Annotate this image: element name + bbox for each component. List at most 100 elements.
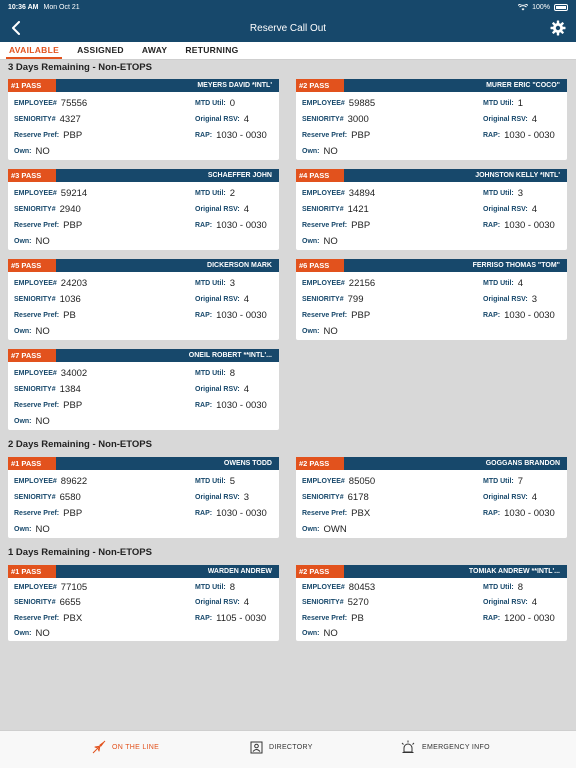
- field-label: RAP:: [483, 509, 501, 517]
- field-label: SENIORITY#: [302, 115, 344, 123]
- field-value: NO: [35, 145, 50, 157]
- field-label: SENIORITY#: [14, 295, 56, 303]
- rap-field: RAP: 1030 - 0030: [483, 308, 555, 322]
- original-rsv-field: Original RSV: 4: [195, 292, 249, 306]
- field-label: Original RSV:: [483, 493, 528, 501]
- field-value: 89622: [60, 475, 88, 487]
- battery-icon: [554, 3, 568, 11]
- field-value: PBX: [63, 612, 83, 624]
- rap-field: RAP: 1105 - 0030: [195, 611, 266, 625]
- tab-available[interactable]: AVAILABLE: [6, 45, 63, 59]
- bottom-tab-emergency-info[interactable]: EMERGENCY INFO: [400, 737, 490, 757]
- field-label: SENIORITY#: [14, 493, 56, 501]
- field-value: 59885: [348, 97, 376, 109]
- field-value: 85050: [348, 475, 376, 487]
- field-value: 6580: [59, 491, 81, 503]
- original-rsv-field: Original RSV: 4: [195, 596, 249, 610]
- field-value: 2: [229, 187, 236, 199]
- original-rsv-field: Original RSV: 4: [195, 112, 249, 126]
- field-label: SENIORITY#: [302, 599, 344, 606]
- field-value: NO: [35, 235, 50, 247]
- reserve-pref-field: Reserve Pref: PBP: [14, 398, 82, 412]
- field-label: MTD Util:: [195, 279, 226, 287]
- reserve-card[interactable]: #2 PASS TOMIAK ANDREW **INTL'... EMPLOYEE#…: [296, 565, 567, 641]
- field-label: EMPLOYEE#: [302, 477, 345, 485]
- back-button[interactable]: [6, 18, 26, 38]
- tab-assigned[interactable]: ASSIGNED: [74, 45, 127, 59]
- field-label: MTD Util:: [195, 99, 226, 107]
- field-value: 5270: [347, 597, 369, 608]
- reserve-list[interactable]: 3 Days Remaining - Non-ETOPS #1 PASS MEYE…: [0, 60, 576, 730]
- rap-field: RAP: 1200 - 0030: [483, 611, 555, 625]
- field-value: 22156: [348, 277, 376, 289]
- mtd-util-field: MTD Util: 1: [483, 96, 523, 110]
- field-value: 4: [243, 203, 250, 215]
- reserve-card[interactable]: #1 PASS MEYERS DAVID *INTL' EMPLOYEE# 75556…: [8, 79, 279, 160]
- field-label: RAP:: [195, 221, 213, 229]
- employee-field: EMPLOYEE# 59214: [14, 186, 87, 200]
- field-value: 1030 - 0030: [504, 309, 555, 321]
- own-field: Own: NO: [302, 144, 338, 158]
- own-field: Own: NO: [14, 144, 50, 158]
- seniority-field: SENIORITY# 1036: [14, 292, 81, 306]
- bottom-tab-bar: ON THE LINE DIRECTORY EMERGENCY INFO: [0, 730, 576, 768]
- field-label: RAP:: [195, 614, 213, 622]
- reserve-card[interactable]: #5 PASS DICKERSON MARK EMPLOYEE# 24203 SENIO…: [8, 259, 279, 340]
- seniority-field: SENIORITY# 6178: [302, 490, 369, 504]
- reserve-card[interactable]: #6 PASS FERRISO THOMAS "TOM" EMPLOYEE# 2215…: [296, 259, 567, 340]
- tab-returning[interactable]: RETURNING: [182, 45, 241, 59]
- alarm-light-icon: [401, 740, 415, 753]
- gear-icon: [550, 20, 566, 36]
- field-value: 1030 - 0030: [216, 219, 267, 231]
- status-time: 10:36 AM: [8, 3, 39, 11]
- reserve-card[interactable]: #1 PASS OWENS TODD EMPLOYEE# 89622 SENIORITY…: [8, 457, 279, 538]
- reserve-card[interactable]: #2 PASS GOGGANS BRANDON EMPLOYEE# 85050 SENI…: [296, 457, 567, 538]
- field-label: MTD Util:: [483, 189, 514, 197]
- reserve-card[interactable]: #4 PASS JOHNSTON KELLY *INTL' EMPLOYEE# 348…: [296, 169, 567, 250]
- reserve-card[interactable]: #3 PASS SCHAEFFER JOHN EMPLOYEE# 59214 SENIO…: [8, 169, 279, 250]
- field-label: Own:: [302, 630, 320, 637]
- field-value: NO: [35, 415, 50, 427]
- field-label: RAP:: [195, 509, 213, 517]
- crew-name: WARDEN ANDREW: [207, 568, 272, 575]
- field-label: Reserve Pref:: [14, 614, 60, 622]
- field-value: PBP: [351, 219, 371, 231]
- original-rsv-field: Original RSV: 4: [195, 382, 249, 396]
- employee-field: EMPLOYEE# 77105: [14, 580, 87, 594]
- field-value: NO: [323, 628, 338, 639]
- tab-bar: AVAILABLE ASSIGNED AWAY RETURNING: [0, 42, 576, 60]
- crew-name: FERRISO THOMAS "TOM": [472, 262, 560, 269]
- field-label: EMPLOYEE#: [14, 583, 57, 591]
- rap-field: RAP: 1030 - 0030: [483, 506, 555, 520]
- tab-away[interactable]: AWAY: [139, 45, 170, 59]
- field-label: RAP:: [483, 131, 501, 139]
- crew-name: TOMIAK ANDREW **INTL'...: [468, 568, 560, 575]
- field-value: 59214: [60, 187, 88, 199]
- reserve-card[interactable]: #2 PASS MURER ERIC "COCO" EMPLOYEE# 59885 SE…: [296, 79, 567, 160]
- bottom-tab-on-the-line[interactable]: ON THE LINE: [92, 737, 159, 757]
- field-value: 4: [531, 491, 538, 503]
- field-value: 6655: [59, 597, 81, 608]
- bottom-tab-label: DIRECTORY: [269, 743, 313, 751]
- field-label: EMPLOYEE#: [302, 99, 345, 107]
- field-label: Reserve Pref:: [302, 311, 348, 319]
- own-field: Own: NO: [302, 627, 338, 641]
- field-value: NO: [35, 628, 50, 639]
- bottom-tab-label: ON THE LINE: [112, 743, 160, 751]
- field-value: 3: [531, 293, 538, 305]
- field-label: MTD Util:: [195, 369, 226, 377]
- field-value: PB: [351, 612, 364, 624]
- field-value: 0: [229, 97, 236, 109]
- reserve-card[interactable]: #1 PASS WARDEN ANDREW EMPLOYEE# 77105 SENIOR…: [8, 565, 279, 641]
- field-value: 7: [517, 475, 524, 487]
- seniority-field: SENIORITY# 799: [302, 292, 363, 306]
- field-label: RAP:: [483, 614, 501, 622]
- bottom-tab-directory[interactable]: DIRECTORY: [250, 737, 313, 757]
- field-label: Own:: [302, 237, 320, 245]
- settings-button[interactable]: [548, 18, 568, 38]
- reserve-card[interactable]: #7 PASS ONEIL ROBERT **INTL'... EMPLOYEE# 3…: [8, 349, 279, 430]
- crew-name: DICKERSON MARK: [207, 262, 272, 269]
- card-header: #1 PASS MEYERS DAVID *INTL': [8, 79, 279, 92]
- field-label: EMPLOYEE#: [14, 369, 57, 377]
- own-field: Own: NO: [302, 234, 338, 248]
